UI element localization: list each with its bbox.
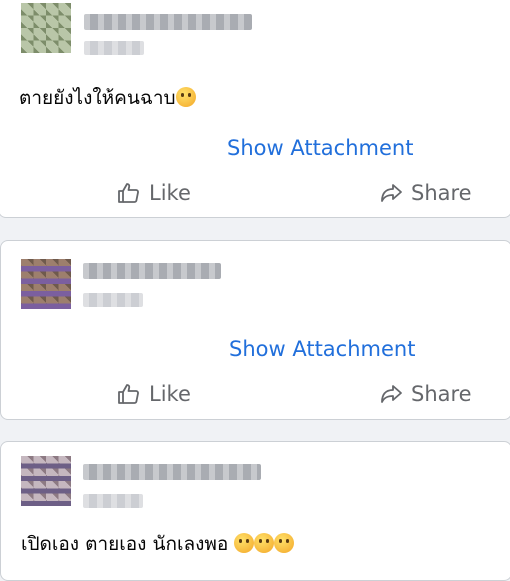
post-timestamp-blurred[interactable] (84, 41, 144, 55)
author-name-blurred[interactable] (83, 464, 261, 480)
like-button[interactable]: Like (117, 382, 191, 406)
like-label: Like (149, 181, 191, 205)
show-attachment-link[interactable]: Show Attachment (227, 136, 413, 160)
share-label: Share (411, 382, 472, 406)
post-message: ตายยังไงให้คนฉาบ (19, 86, 196, 110)
like-label: Like (149, 382, 191, 406)
post-timestamp-blurred[interactable] (83, 293, 143, 307)
thumbs-up-icon (118, 384, 139, 404)
share-arrow-icon (381, 385, 402, 403)
post-message-text: เปิดเอง ตายเอง นักเลงพอ (21, 533, 229, 555)
avatar[interactable] (21, 3, 71, 53)
show-attachment-link[interactable]: Show Attachment (229, 337, 415, 361)
avatar[interactable] (21, 259, 71, 309)
unamused-face-icon (254, 533, 275, 553)
share-button[interactable]: Share (379, 382, 472, 406)
face-with-rolling-eyes-icon (234, 533, 255, 553)
post-card: เปิดเอง ตายเอง นักเลงพอ (0, 441, 510, 581)
avatar[interactable] (21, 456, 71, 506)
share-button[interactable]: Share (379, 181, 472, 205)
author-name-blurred[interactable] (83, 263, 221, 279)
post-card: ตายยังไงให้คนฉาบ Show Attachment Like Sh… (0, 0, 510, 218)
post-message: เปิดเอง ตายเอง นักเลงพอ (21, 532, 295, 556)
smirking-face-icon (274, 533, 295, 553)
thinking-face-icon (175, 87, 196, 107)
post-card: Show Attachment Like Share (0, 240, 510, 420)
share-label: Share (411, 181, 472, 205)
author-name-blurred[interactable] (84, 14, 252, 30)
post-message-text: ตายยังไงให้คนฉาบ (19, 87, 176, 109)
share-arrow-icon (381, 184, 402, 202)
thumbs-up-icon (118, 183, 139, 203)
post-timestamp-blurred[interactable] (83, 494, 143, 508)
like-button[interactable]: Like (117, 181, 191, 205)
